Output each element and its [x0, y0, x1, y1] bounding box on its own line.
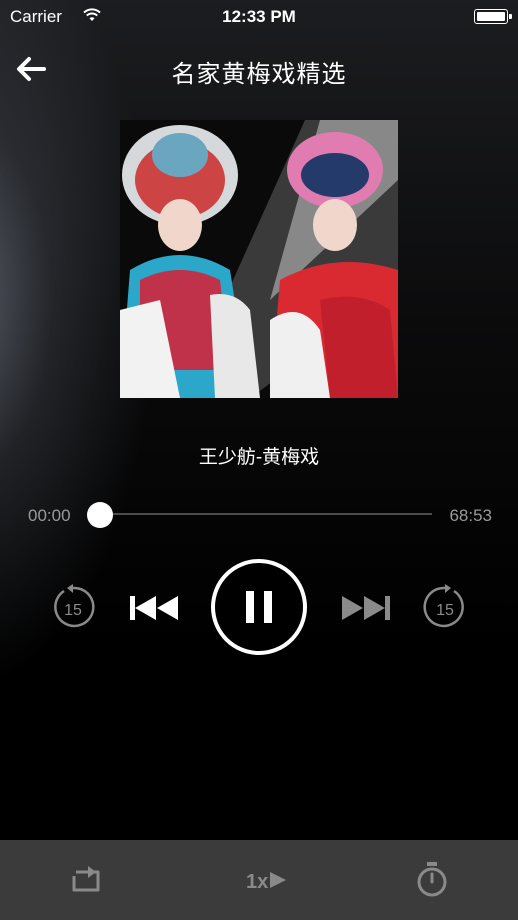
repeat-icon — [72, 866, 100, 892]
next-track-button[interactable] — [340, 594, 392, 622]
page-title: 名家黄梅戏精选 — [171, 61, 347, 88]
navigation-bar: 名家黄梅戏精选 — [0, 40, 518, 100]
forward-15-button[interactable]: 15 — [422, 584, 468, 630]
album-cover — [120, 120, 398, 398]
progress-handle[interactable] — [87, 502, 113, 528]
forward-15-icon: 15 — [423, 584, 464, 628]
sleep-timer-button[interactable] — [414, 860, 450, 900]
play-speed-icon — [270, 872, 287, 888]
current-time: 00:00 — [28, 506, 71, 525]
repeat-button[interactable] — [66, 862, 106, 898]
progress-track[interactable] — [100, 513, 432, 515]
track-title: 王少舫-黄梅戏 — [198, 447, 320, 468]
playback-speed-label: 1x — [246, 871, 269, 893]
status-time: 12:33 PM — [222, 7, 296, 26]
next-track-icon — [342, 596, 390, 620]
rewind-15-button[interactable]: 15 — [50, 584, 96, 630]
total-time: 68:53 — [449, 506, 492, 525]
previous-track-button[interactable] — [128, 594, 180, 622]
battery-icon — [474, 9, 512, 24]
playback-speed-button[interactable]: 1x — [246, 870, 287, 894]
previous-track-icon — [130, 596, 178, 620]
svg-text:15: 15 — [436, 602, 454, 619]
rewind-15-icon: 15 — [54, 584, 95, 628]
svg-text:15: 15 — [64, 602, 82, 619]
pause-button[interactable] — [210, 558, 308, 656]
status-bar: Carrier 12:33 PM — [0, 0, 518, 34]
timer-icon — [417, 862, 447, 897]
pause-icon — [211, 559, 307, 655]
